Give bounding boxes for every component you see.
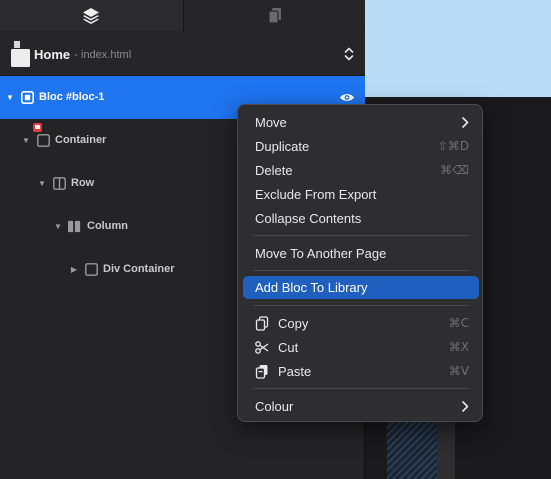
tree-item-label: Column xyxy=(87,220,128,232)
menu-separator xyxy=(253,235,469,236)
canvas-hatch-pattern xyxy=(387,420,437,479)
scissors-icon xyxy=(255,341,269,354)
tab-pages[interactable] xyxy=(183,0,365,31)
chevron-right-icon xyxy=(462,401,469,412)
layers-icon xyxy=(83,7,99,24)
page-separator: - xyxy=(74,49,78,61)
menu-item-label: Cut xyxy=(278,340,299,355)
chevron-right-icon xyxy=(462,117,469,128)
menu-item-label: Copy xyxy=(278,316,309,331)
menu-separator xyxy=(253,305,469,306)
menu-separator xyxy=(253,388,469,389)
disclosure-triangle-right-icon[interactable]: ▶ xyxy=(69,248,79,291)
menu-item-label: Collapse Contents xyxy=(255,211,362,226)
tree-item-label: Container xyxy=(55,134,107,146)
paste-icon xyxy=(255,365,268,379)
disclosure-triangle-icon[interactable]: ▼ xyxy=(53,205,63,248)
menu-item-collapse-contents[interactable]: Collapse Contents xyxy=(243,207,479,230)
tree-item-label: Row xyxy=(71,177,95,189)
chevron-updown-icon[interactable] xyxy=(342,44,356,64)
menu-item-cut[interactable]: Cut ⌘X xyxy=(243,336,479,359)
copy-pages-icon xyxy=(267,7,281,24)
page-icon xyxy=(11,41,30,67)
tree-item-label: Bloc #bloc-1 xyxy=(39,91,105,103)
eye-icon[interactable] xyxy=(339,92,355,103)
shortcut-label: ⌘V xyxy=(448,364,469,378)
disclosure-triangle-icon[interactable]: ▼ xyxy=(37,162,47,205)
menu-item-label: Exclude From Export xyxy=(255,187,377,202)
menu-item-colour[interactable]: Colour xyxy=(243,395,479,418)
tree-item-label: Div Container xyxy=(103,263,175,275)
page-title: Home xyxy=(34,47,71,62)
context-menu: Move Duplicate ⇧⌘D Delete ⌘⌫ Exclude Fro… xyxy=(237,104,483,422)
page-filename: index.html xyxy=(81,49,132,61)
lock-icon xyxy=(33,123,42,132)
menu-item-delete[interactable]: Delete ⌘⌫ xyxy=(243,159,479,182)
menu-item-label: Add Bloc To Library xyxy=(255,280,368,295)
menu-item-duplicate[interactable]: Duplicate ⇧⌘D xyxy=(243,135,479,158)
menu-separator xyxy=(253,270,469,271)
shortcut-label: ⌘⌫ xyxy=(440,163,469,177)
menu-item-move-to-another-page[interactable]: Move To Another Page xyxy=(243,242,479,265)
menu-item-label: Delete xyxy=(255,163,293,178)
page-selector[interactable]: Home - index.html xyxy=(0,32,365,76)
menu-item-label: Move xyxy=(255,115,287,130)
menu-item-exclude-from-export[interactable]: Exclude From Export xyxy=(243,183,479,206)
menu-item-paste[interactable]: Paste ⌘V xyxy=(243,360,479,383)
bloc-icon xyxy=(21,91,34,104)
shortcut-label: ⌘C xyxy=(448,316,469,330)
disclosure-triangle-icon[interactable]: ▼ xyxy=(21,119,31,162)
canvas-bloc-preview[interactable] xyxy=(365,0,551,97)
container-icon xyxy=(37,134,50,147)
shortcut-label: ⇧⌘D xyxy=(437,139,469,153)
copy-icon xyxy=(255,316,269,331)
div-container-icon xyxy=(85,263,98,276)
menu-item-move[interactable]: Move xyxy=(243,111,479,134)
panel-tabs xyxy=(0,0,365,31)
row-icon xyxy=(53,177,66,190)
menu-item-add-bloc-to-library[interactable]: Add Bloc To Library xyxy=(243,276,479,299)
menu-item-label: Move To Another Page xyxy=(255,246,387,261)
menu-item-label: Paste xyxy=(278,364,312,379)
disclosure-triangle-icon[interactable]: ▼ xyxy=(5,76,15,119)
column-icon xyxy=(68,220,81,233)
shortcut-label: ⌘X xyxy=(448,340,469,354)
menu-item-copy[interactable]: Copy ⌘C xyxy=(243,312,479,335)
menu-item-label: Colour xyxy=(255,399,294,414)
tab-layers[interactable] xyxy=(0,0,182,31)
menu-item-label: Duplicate xyxy=(255,139,310,154)
